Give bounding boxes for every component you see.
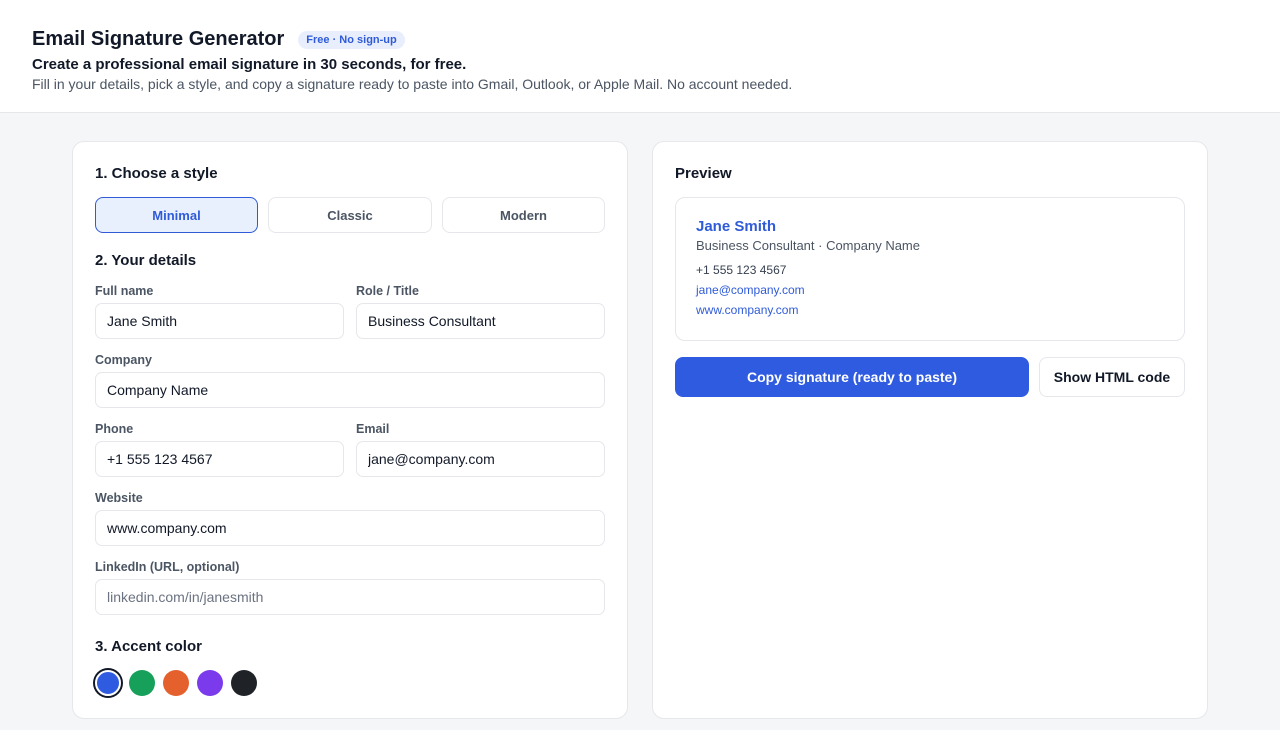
preview-card: Preview Jane Smith Business Consultant ·…: [652, 141, 1208, 719]
company-label: Company: [95, 353, 152, 367]
free-badge: Free · No sign-up: [298, 30, 405, 49]
signature-role-line: Business Consultant · Company Name: [696, 238, 920, 253]
accent-swatch-green[interactable]: [129, 670, 155, 696]
linkedin-label: LinkedIn (URL, optional): [95, 560, 240, 574]
email-label: Email: [356, 422, 390, 436]
details-section-title: 2. Your details: [95, 252, 197, 269]
email-input[interactable]: [356, 441, 605, 477]
form-card: 1. Choose a style Minimal Classic Modern…: [72, 141, 628, 719]
page-title: Email Signature Generator: [32, 28, 285, 50]
style-classic-button[interactable]: Classic: [268, 197, 432, 233]
accent-swatch-orange[interactable]: [163, 670, 189, 696]
signature-email-link[interactable]: jane@company.com: [696, 283, 805, 297]
signature-website-link[interactable]: www.company.com: [696, 303, 798, 317]
accent-swatch-black[interactable]: [231, 670, 257, 696]
preview-title: Preview: [675, 165, 732, 182]
page-description: Fill in your details, pick a style, and …: [32, 76, 793, 92]
linkedin-input[interactable]: [95, 579, 605, 615]
style-minimal-button[interactable]: Minimal: [95, 197, 258, 233]
title-row: Email Signature Generator Free · No sign…: [32, 28, 405, 51]
copy-signature-button[interactable]: Copy signature (ready to paste): [675, 357, 1029, 397]
accent-section-title: 3. Accent color: [95, 638, 202, 655]
accent-swatch-purple[interactable]: [197, 670, 223, 696]
phone-input[interactable]: [95, 441, 344, 477]
style-section-title: 1. Choose a style: [95, 165, 218, 182]
phone-label: Phone: [95, 422, 134, 436]
company-input[interactable]: [95, 372, 605, 408]
full-name-label: Full name: [95, 284, 154, 298]
website-label: Website: [95, 491, 143, 505]
role-input[interactable]: [356, 303, 605, 339]
signature-preview: Jane Smith Business Consultant · Company…: [675, 197, 1185, 341]
website-input[interactable]: [95, 510, 605, 546]
signature-phone: +1 555 123 4567: [696, 263, 787, 277]
header: Email Signature Generator Free · No sign…: [0, 0, 1280, 113]
role-label: Role / Title: [356, 284, 419, 298]
page-subtitle: Create a professional email signature in…: [32, 56, 467, 73]
signature-name: Jane Smith: [696, 218, 777, 235]
style-modern-button[interactable]: Modern: [442, 197, 605, 233]
accent-swatch-blue[interactable]: [95, 670, 121, 696]
full-name-input[interactable]: [95, 303, 344, 339]
show-html-button[interactable]: Show HTML code: [1039, 357, 1185, 397]
